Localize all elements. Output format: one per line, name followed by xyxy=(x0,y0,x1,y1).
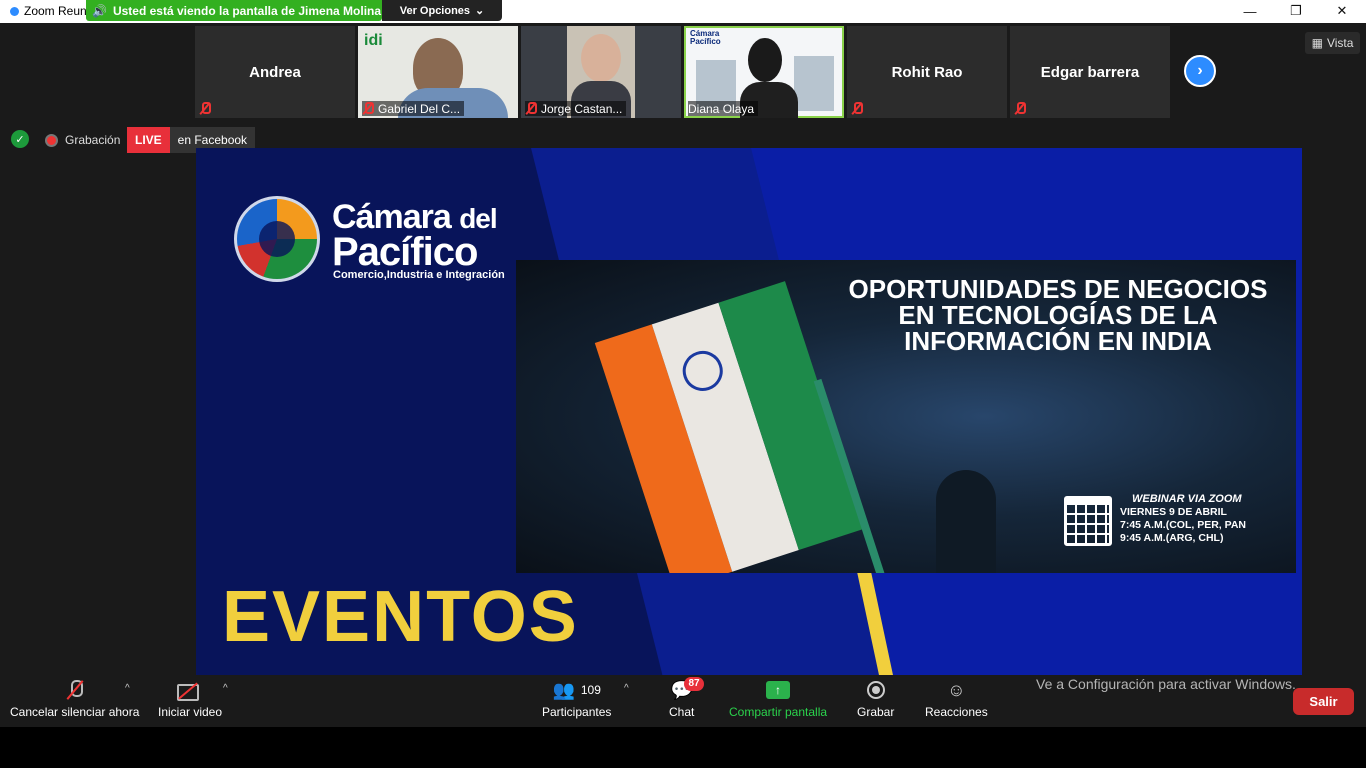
app-title: Zoom Reun xyxy=(10,4,87,18)
webinar-line: 9:45 A.M.(ARG, CHL) xyxy=(1120,532,1224,544)
mic-muted-icon xyxy=(362,102,374,115)
mic-muted-icon xyxy=(851,102,863,115)
speaker-icon: 🔊 xyxy=(92,3,107,18)
recording-label[interactable]: Grabación xyxy=(65,133,120,147)
unmute-button[interactable]: Cancelar silenciar ahora xyxy=(10,679,139,719)
reactions-icon: ☺ xyxy=(947,679,966,700)
participant-tile[interactable]: Rohit Rao xyxy=(847,26,1007,118)
idi-logo: idi xyxy=(364,32,383,49)
record-label: Grabar xyxy=(857,705,895,719)
recording-icon xyxy=(45,134,58,147)
participants-icon: 👥 xyxy=(552,679,575,700)
webinar-info: WEBINAR VIA ZOOM VIERNES 9 DE ABRIL 7:45… xyxy=(1120,493,1246,545)
share-screen-button[interactable]: ↑ Compartir pantalla xyxy=(729,679,827,719)
window-title: Zoom Reun xyxy=(24,4,87,18)
leave-meeting-button[interactable]: Salir xyxy=(1293,688,1354,715)
mic-muted-icon xyxy=(68,680,83,700)
shared-screen: Cámara del Pacífico Comercio,Industria e… xyxy=(196,148,1302,675)
chevron-down-icon: ⌄ xyxy=(475,5,485,17)
audio-options-chevron-icon[interactable]: ^ xyxy=(125,683,130,694)
reactions-button[interactable]: ☺ Reacciones xyxy=(925,679,988,720)
participant-label: Gabriel Del C... xyxy=(378,101,461,116)
windows-activation-watermark: Ve a Configuración para activar Windows. xyxy=(1036,676,1296,692)
event-poster: OPORTUNIDADES DE NEGOCIOS EN TECNOLOGÍAS… xyxy=(516,260,1296,573)
participant-tile[interactable]: Andrea xyxy=(195,26,355,118)
participant-video xyxy=(581,34,621,82)
participants-options-chevron-icon[interactable]: ^ xyxy=(624,683,629,694)
view-button[interactable]: ▦ Vista xyxy=(1305,32,1360,54)
participants-count: 109 xyxy=(580,683,601,697)
share-screen-icon: ↑ xyxy=(766,681,791,699)
minimize-button[interactable]: — xyxy=(1227,0,1273,22)
mic-muted-icon xyxy=(1014,102,1026,115)
participant-tile[interactable]: Jorge Castan... xyxy=(521,26,681,118)
next-page-button[interactable]: › xyxy=(1184,55,1216,87)
restore-button[interactable]: ❐ xyxy=(1273,0,1319,22)
poster-title: OPORTUNIDADES DE NEGOCIOS EN TECNOLOGÍAS… xyxy=(848,274,1268,356)
reactions-label: Reacciones xyxy=(925,705,988,719)
camara-pacifico-logo xyxy=(234,196,320,282)
participant-tile[interactable]: Edgar barrera xyxy=(1010,26,1170,118)
zoom-icon xyxy=(10,6,19,16)
participant-tile[interactable]: idi Gabriel Del C... xyxy=(358,26,518,118)
unmute-label: Cancelar silenciar ahora xyxy=(10,705,140,719)
record-icon xyxy=(866,681,885,699)
participants-label: Participantes xyxy=(542,705,612,719)
participant-name: Andrea xyxy=(249,64,301,81)
participant-strip: Andrea idi Gabriel Del C... Jorge Castan… xyxy=(0,23,1366,119)
view-label: Vista xyxy=(1326,36,1354,50)
participants-button[interactable]: 👥 109 Participantes xyxy=(542,679,612,720)
bottom-bar xyxy=(0,727,1366,768)
mic-muted-icon xyxy=(199,102,211,115)
person-silhouette xyxy=(936,470,996,573)
screen-share-banner: 🔊 Usted está viendo la pantalla de Jimen… xyxy=(86,0,382,21)
view-options-label: Ver Opciones xyxy=(399,4,471,17)
chat-unread-badge: 87 xyxy=(684,677,704,691)
participant-label: Jorge Castan... xyxy=(541,101,623,116)
participant-name: Edgar barrera xyxy=(1040,64,1140,81)
camera-off-icon xyxy=(177,682,203,701)
share-screen-label: Compartir pantalla xyxy=(729,705,828,719)
participant-label: Diana Olaya xyxy=(688,101,755,116)
close-button[interactable]: ✕ xyxy=(1319,0,1365,22)
webinar-line: 7:45 A.M.(COL, PER, PAN xyxy=(1120,519,1247,531)
camara-logo-small: Cámara Pacífico xyxy=(690,29,721,46)
start-video-button[interactable]: Iniciar video xyxy=(158,679,222,719)
video-options-chevron-icon[interactable]: ^ xyxy=(223,683,228,694)
start-video-label: Iniciar video xyxy=(158,705,223,719)
slide-footer-title: EVENTOS xyxy=(222,577,579,657)
share-banner-text: Usted está viendo la pantalla de Jimena … xyxy=(112,3,382,18)
live-badge: LIVE xyxy=(127,127,170,153)
participant-video xyxy=(748,38,782,82)
grid-icon: ▦ xyxy=(1311,36,1323,50)
security-shield-icon[interactable]: ✓ xyxy=(11,130,29,148)
participant-tile-active[interactable]: Cámara Pacífico Diana Olaya xyxy=(684,26,844,118)
participant-name: Rohit Rao xyxy=(891,64,963,81)
chat-label: Chat xyxy=(669,705,695,719)
chat-button[interactable]: 💬 87 Chat xyxy=(669,677,704,719)
city-backdrop xyxy=(794,56,834,111)
brand-tagline: Comercio,Industria e Integración xyxy=(333,269,505,281)
chevron-right-icon: › xyxy=(1197,62,1203,79)
webinar-line: VIERNES 9 DE ABRIL xyxy=(1120,506,1227,518)
record-button[interactable]: Grabar xyxy=(857,679,894,719)
view-options-button[interactable]: Ver Opciones ⌄ xyxy=(382,0,502,21)
mic-muted-icon xyxy=(525,102,537,115)
calendar-icon xyxy=(1064,496,1112,546)
webinar-line: WEBINAR VIA ZOOM xyxy=(1132,493,1242,505)
